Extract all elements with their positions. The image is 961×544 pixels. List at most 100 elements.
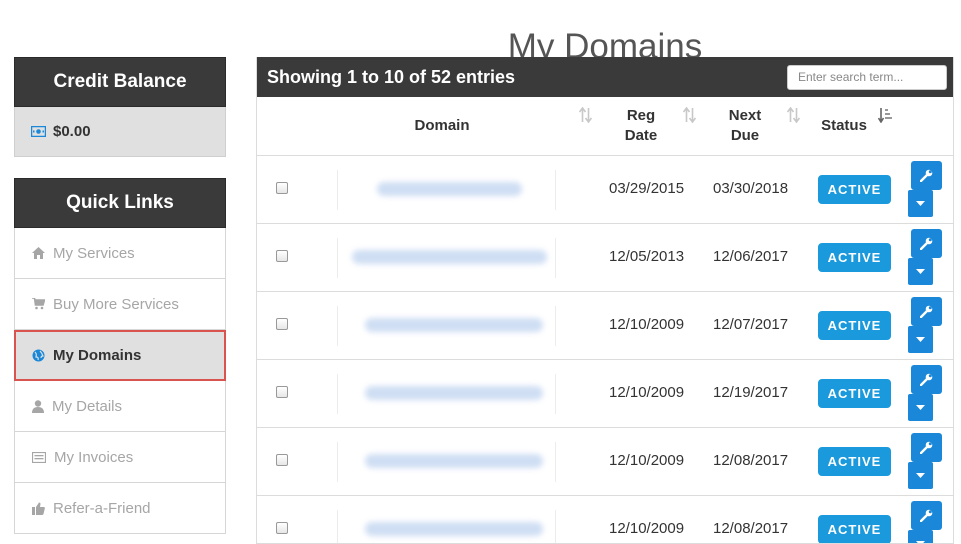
domains-table-panel: Showing 1 to 10 of 52 entries Domain Reg… xyxy=(256,57,954,544)
sidebar-item-label: Buy More Services xyxy=(53,295,179,313)
cell-divider xyxy=(337,306,338,346)
sort-icon[interactable] xyxy=(683,107,696,123)
credit-balance-body: $0.00 xyxy=(14,107,226,157)
sidebar-item-my-domains[interactable]: My Domains xyxy=(14,330,226,381)
table-row: 12/10/2009 12/08/2017 ACTIVE xyxy=(257,496,953,543)
domain-name-redacted[interactable] xyxy=(365,318,543,332)
dropdown-toggle-button[interactable] xyxy=(908,530,933,543)
status-badge: ACTIVE xyxy=(818,515,891,543)
next-due-date: 12/07/2017 xyxy=(713,316,789,333)
sidebar-item-label: My Invoices xyxy=(54,448,134,466)
wrench-icon xyxy=(920,237,933,250)
table-row: 12/10/2009 12/07/2017 ACTIVE xyxy=(257,292,953,360)
table-row: 12/05/2013 12/06/2017 ACTIVE xyxy=(257,224,953,292)
user-icon xyxy=(32,399,44,413)
invoice-icon xyxy=(32,451,46,463)
cell-divider xyxy=(555,442,556,482)
header-domain[interactable]: Domain xyxy=(337,97,547,155)
domain-name-redacted[interactable] xyxy=(377,182,522,196)
reg-date: 12/10/2009 xyxy=(609,520,685,537)
sort-icon[interactable] xyxy=(579,107,592,123)
row-checkbox[interactable] xyxy=(276,182,288,194)
sidebar-item-label: My Details xyxy=(52,397,123,415)
reg-date: 12/10/2009 xyxy=(609,452,685,469)
sidebar-item-label: My Services xyxy=(53,244,135,262)
caret-down-icon xyxy=(916,405,925,410)
header-next-due[interactable]: Next Due xyxy=(707,97,783,155)
globe-icon xyxy=(32,349,45,362)
reg-date: 12/10/2009 xyxy=(609,316,685,333)
row-checkbox[interactable] xyxy=(276,386,288,398)
table-row: 03/29/2015 03/30/2018 ACTIVE xyxy=(257,156,953,224)
cell-divider xyxy=(337,510,338,543)
status-badge: ACTIVE xyxy=(818,175,891,204)
sidebar-item-refer-a-friend[interactable]: Refer-a-Friend xyxy=(14,483,226,534)
cell-divider xyxy=(555,306,556,346)
row-checkbox[interactable] xyxy=(276,250,288,262)
manage-button[interactable] xyxy=(911,501,942,530)
row-checkbox[interactable] xyxy=(276,454,288,466)
dropdown-toggle-button[interactable] xyxy=(908,258,933,285)
wrench-icon xyxy=(920,169,933,182)
credit-balance-panel: Credit Balance $0.00 xyxy=(14,57,226,157)
dropdown-toggle-button[interactable] xyxy=(908,326,933,353)
cell-divider xyxy=(555,510,556,543)
dropdown-toggle-button[interactable] xyxy=(908,190,933,217)
sidebar-item-my-details[interactable]: My Details xyxy=(14,381,226,432)
cell-divider xyxy=(337,238,338,278)
dropdown-toggle-button[interactable] xyxy=(908,394,933,421)
wrench-icon xyxy=(920,373,933,386)
table-header-row: Domain Reg Date Next Due Status xyxy=(257,97,953,156)
caret-down-icon xyxy=(916,473,925,478)
next-due-date: 12/19/2017 xyxy=(713,384,789,401)
next-due-date: 12/08/2017 xyxy=(713,452,789,469)
domain-name-redacted[interactable] xyxy=(365,454,543,468)
dropdown-toggle-button[interactable] xyxy=(908,462,933,489)
manage-button[interactable] xyxy=(911,433,942,462)
cell-divider xyxy=(555,374,556,414)
caret-down-icon xyxy=(916,337,925,342)
row-checkbox[interactable] xyxy=(276,522,288,534)
domain-name-redacted[interactable] xyxy=(352,250,547,264)
status-badge: ACTIVE xyxy=(818,311,891,340)
sidebar-item-label: Refer-a-Friend xyxy=(53,499,151,517)
wrench-icon xyxy=(920,305,933,318)
domain-name-redacted[interactable] xyxy=(365,522,543,536)
cell-divider xyxy=(337,170,338,210)
sidebar-item-my-services[interactable]: My Services xyxy=(14,228,226,279)
search-input[interactable] xyxy=(787,64,947,90)
next-due-date: 12/08/2017 xyxy=(713,520,789,537)
caret-down-icon xyxy=(916,201,925,206)
home-icon xyxy=(32,247,45,259)
sidebar-item-buy-more-services[interactable]: Buy More Services xyxy=(14,279,226,330)
next-due-date: 12/06/2017 xyxy=(713,248,789,265)
entries-count: Showing 1 to 10 of 52 entries xyxy=(267,66,516,87)
status-badge: ACTIVE xyxy=(818,447,891,476)
header-reg-date[interactable]: Reg Date xyxy=(602,97,680,155)
cart-icon xyxy=(32,298,45,310)
reg-date: 12/10/2009 xyxy=(609,384,685,401)
manage-button[interactable] xyxy=(911,297,942,326)
thumbs-up-icon xyxy=(32,502,45,515)
reg-date: 03/29/2015 xyxy=(609,180,685,197)
row-checkbox[interactable] xyxy=(276,318,288,330)
reg-date: 12/05/2013 xyxy=(609,248,685,265)
sort-desc-icon[interactable] xyxy=(878,107,894,123)
credit-balance-title: Credit Balance xyxy=(14,57,226,107)
manage-button[interactable] xyxy=(911,365,942,394)
status-badge: ACTIVE xyxy=(818,379,891,408)
header-status[interactable]: Status xyxy=(812,97,876,155)
cell-divider xyxy=(337,374,338,414)
table-body: 03/29/2015 03/30/2018 ACTIVE 12/05/2013 12/0… xyxy=(257,156,953,543)
money-icon xyxy=(31,126,46,137)
domain-name-redacted[interactable] xyxy=(365,386,543,400)
sort-icon[interactable] xyxy=(787,107,800,123)
credit-balance-amount: $0.00 xyxy=(53,123,91,140)
manage-button[interactable] xyxy=(911,161,942,190)
sidebar-item-label: My Domains xyxy=(53,347,142,364)
manage-button[interactable] xyxy=(911,229,942,258)
sidebar-item-my-invoices[interactable]: My Invoices xyxy=(14,432,226,483)
table-row: 12/10/2009 12/08/2017 ACTIVE xyxy=(257,428,953,496)
wrench-icon xyxy=(920,509,933,522)
status-badge: ACTIVE xyxy=(818,243,891,272)
